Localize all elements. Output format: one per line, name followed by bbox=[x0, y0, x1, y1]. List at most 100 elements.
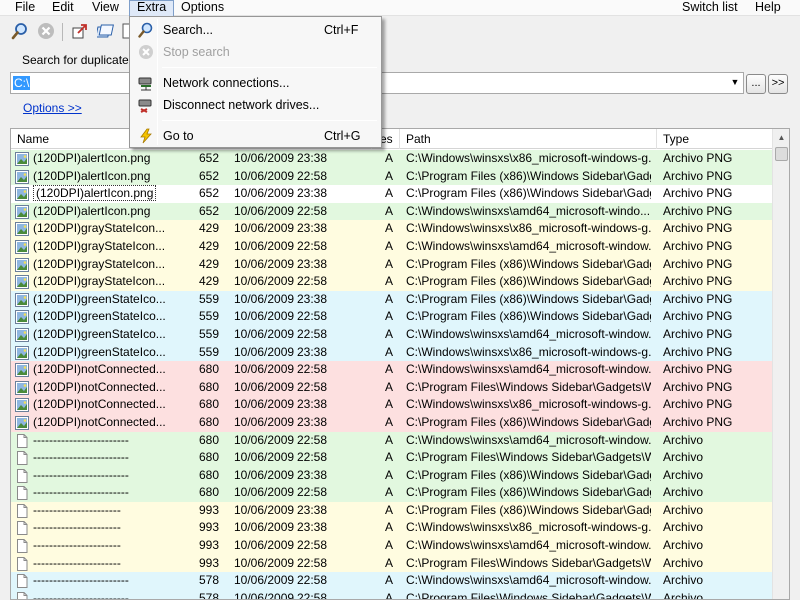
scroll-up-icon[interactable]: ▲ bbox=[774, 130, 789, 145]
vertical-scrollbar[interactable]: ▲ bbox=[772, 129, 789, 599]
table-row[interactable]: ------------------------ 680 10/06/2009 22:… bbox=[11, 431, 773, 450]
cell-path: C:\Windows\winsxs\amd64_microsoft-window… bbox=[406, 573, 651, 588]
image-file-icon bbox=[15, 345, 31, 360]
image-file-icon bbox=[15, 187, 31, 202]
cell-date: 10/06/2009 bbox=[234, 502, 295, 517]
cell-date: 10/06/2009 bbox=[234, 379, 295, 394]
cell-time: 23:38 bbox=[297, 256, 328, 271]
cell-time: 23:38 bbox=[297, 414, 328, 429]
menu-edit[interactable]: Edit bbox=[45, 0, 81, 16]
table-row[interactable]: (120DPI)alertIcon.png 652 10/06/2009 22:58 A… bbox=[11, 202, 773, 221]
column-header-type[interactable]: Type bbox=[657, 129, 773, 149]
cell-name: (120DPI)grayStateIcon... bbox=[33, 256, 165, 271]
table-row[interactable]: (120DPI)notConnected... 680 10/06/2009 22:5… bbox=[11, 361, 773, 379]
menu-file[interactable]: File bbox=[8, 0, 42, 16]
cell-time: 22:58 bbox=[297, 238, 328, 253]
path-input[interactable]: C:\ bbox=[13, 76, 31, 90]
table-row[interactable]: (120DPI)notConnected... 680 10/06/2009 23:3… bbox=[11, 396, 773, 414]
table-row[interactable]: ------------------------ 578 10/06/2009 22:… bbox=[11, 572, 773, 590]
cell-type: Archivo bbox=[663, 555, 704, 570]
cell-path: C:\Program Files (x86)\Windows Sidebar\G… bbox=[406, 467, 651, 482]
cell-time: 22:58 bbox=[297, 573, 328, 588]
blank-file-icon bbox=[15, 574, 31, 589]
menu-extra[interactable]: Extra bbox=[129, 0, 175, 16]
cell-path: C:\Program Files\Windows Sidebar\Gadgets… bbox=[406, 590, 651, 600]
cell-attributes: A bbox=[385, 450, 394, 465]
menu-options[interactable]: Options bbox=[174, 0, 231, 16]
cell-time: 23:38 bbox=[297, 502, 328, 517]
table-row[interactable]: (120DPI)grayStateIcon... 429 10/06/2009 22:… bbox=[11, 237, 773, 256]
cell-name: ------------------------ bbox=[33, 432, 129, 447]
menu-item-network-connections[interactable]: Network connections... bbox=[132, 72, 379, 94]
toolbar-separator bbox=[62, 23, 63, 41]
table-row[interactable]: ------------------------ 578 10/06/2009 22:… bbox=[11, 589, 773, 600]
table-row[interactable]: (120DPI)grayStateIcon... 429 10/06/2009 23:… bbox=[11, 220, 773, 238]
menu-view[interactable]: View bbox=[85, 0, 126, 16]
table-row[interactable]: (120DPI)greenStateIco... 559 10/06/2009 23:… bbox=[11, 290, 773, 309]
scrollbar-thumb[interactable] bbox=[775, 147, 788, 161]
go-button[interactable]: >> bbox=[768, 74, 788, 94]
options-link[interactable]: Options >> bbox=[23, 101, 82, 115]
cell-attributes: A bbox=[385, 502, 394, 517]
cell-name: ---------------------- bbox=[33, 555, 121, 570]
table-row[interactable]: ---------------------- 993 10/06/2009 22:58… bbox=[11, 554, 773, 573]
cell-name: ------------------------ bbox=[33, 450, 129, 465]
cell-attributes: A bbox=[385, 256, 394, 271]
cell-type: Archivo PNG bbox=[663, 186, 733, 201]
cell-name: ------------------------ bbox=[33, 590, 129, 600]
table-row[interactable]: ---------------------- 993 10/06/2009 22:58… bbox=[11, 537, 773, 555]
table-row[interactable]: (120DPI)alertIcon.png 652 10/06/2009 22:58 A… bbox=[11, 167, 773, 186]
menu-item-go-to[interactable]: Go to Ctrl+G bbox=[132, 125, 379, 147]
menu-item-label: Network connections... bbox=[163, 76, 290, 90]
table-row[interactable]: ------------------------ 680 10/06/2009 23:… bbox=[11, 466, 773, 485]
menu-item-search[interactable]: Search... Ctrl+F bbox=[132, 19, 379, 41]
cell-path: C:\Windows\winsxs\amd64_microsoft-window… bbox=[406, 432, 651, 447]
cell-size: 429 bbox=[198, 221, 219, 236]
cell-date: 10/06/2009 bbox=[234, 326, 295, 341]
menu-item-stop-search[interactable]: Stop search bbox=[132, 41, 379, 63]
image-file-icon bbox=[15, 398, 31, 413]
open-location-icon[interactable] bbox=[70, 21, 90, 41]
table-row[interactable]: (120DPI)alertIcon.png 652 10/06/2009 23:38 A… bbox=[11, 185, 773, 203]
menu-help[interactable]: Help bbox=[748, 0, 788, 16]
table-row[interactable]: (120DPI)notConnected... 680 10/06/2009 23:3… bbox=[11, 413, 773, 432]
copy-icon[interactable] bbox=[96, 21, 116, 41]
table-row[interactable]: (120DPI)greenStateIco... 559 10/06/2009 22:… bbox=[11, 325, 773, 344]
cell-time: 23:38 bbox=[297, 151, 328, 165]
table-row[interactable]: (120DPI)grayStateIcon... 429 10/06/2009 22:… bbox=[11, 273, 773, 291]
cell-path: C:\Program Files (x86)\Windows Sidebar\G… bbox=[406, 485, 651, 500]
cell-type: Archivo PNG bbox=[663, 256, 733, 271]
image-file-icon bbox=[15, 310, 31, 325]
cell-size: 559 bbox=[198, 326, 219, 341]
cell-attributes: A bbox=[385, 432, 394, 447]
table-row[interactable]: (120DPI)greenStateIco... 559 10/06/2009 22:… bbox=[11, 308, 773, 326]
table-row[interactable]: ------------------------ 680 10/06/2009 22:… bbox=[11, 449, 773, 467]
menu-switch-list[interactable]: Switch list bbox=[675, 0, 745, 16]
table-row[interactable]: (120DPI)alertIcon.png 652 10/06/2009 23:38 A… bbox=[11, 150, 773, 168]
stop-icon[interactable] bbox=[36, 21, 56, 41]
table-row[interactable]: (120DPI)notConnected... 680 10/06/2009 22:5… bbox=[11, 378, 773, 397]
column-header-path[interactable]: Path bbox=[400, 129, 657, 149]
menu-item-disconnect-network-drives[interactable]: Disconnect network drives... bbox=[132, 94, 379, 116]
browse-button[interactable]: ... bbox=[746, 74, 766, 94]
table-row[interactable]: ---------------------- 993 10/06/2009 23:38… bbox=[11, 519, 773, 538]
cell-path: C:\Program Files\Windows Sidebar\Gadgets… bbox=[406, 555, 651, 570]
cell-size: 993 bbox=[198, 502, 219, 517]
toolbar bbox=[0, 17, 800, 46]
table-row[interactable]: (120DPI)greenStateIco... 559 10/06/2009 23:… bbox=[11, 343, 773, 362]
cell-name: (120DPI)notConnected... bbox=[33, 362, 165, 377]
search-icon[interactable] bbox=[10, 21, 30, 41]
blank-file-icon bbox=[15, 486, 31, 501]
menu-item-label: Stop search bbox=[163, 45, 230, 59]
cell-size: 652 bbox=[198, 203, 219, 218]
table-row[interactable]: ------------------------ 680 10/06/2009 22:… bbox=[11, 484, 773, 502]
table-row[interactable]: (120DPI)grayStateIcon... 429 10/06/2009 23:… bbox=[11, 255, 773, 274]
image-file-icon bbox=[15, 292, 31, 307]
cell-date: 10/06/2009 bbox=[234, 485, 295, 500]
blank-file-icon bbox=[15, 539, 31, 554]
search-icon bbox=[138, 22, 154, 38]
cell-attributes: A bbox=[385, 326, 394, 341]
chevron-down-icon[interactable]: ▼ bbox=[729, 77, 741, 89]
disconnect-drive-icon bbox=[138, 97, 154, 113]
table-row[interactable]: ---------------------- 993 10/06/2009 23:38… bbox=[11, 501, 773, 520]
